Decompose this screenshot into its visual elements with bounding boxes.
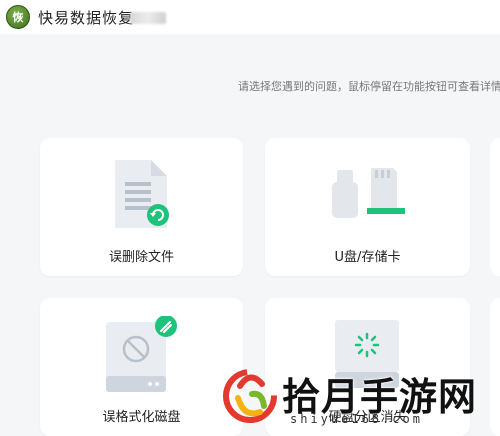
blurred-title-suffix (130, 12, 166, 24)
file-restore-icon (115, 160, 169, 228)
watermark: 拾月手游网 shiyue168.com (220, 362, 500, 436)
card-formatted-disk[interactable]: 误格式化磁盘 (40, 298, 243, 436)
usb-sdcard-icon (332, 168, 405, 218)
card-partial-edge[interactable] (490, 138, 500, 276)
card-usb-sdcard[interactable]: U盘/存储卡 (265, 138, 470, 276)
app-logo-icon: 恢 (6, 5, 30, 29)
app-title: 快易数据恢复 (38, 9, 135, 27)
instruction-hint: 请选择您遇到的问题，鼠标停留在功能按钮可查看详情 (238, 80, 500, 93)
title-bar: 恢 快易数据恢复 (0, 0, 500, 34)
watermark-logo-icon (223, 369, 277, 423)
card-label: 误删除文件 (108, 250, 174, 265)
format-disk-icon (106, 316, 177, 392)
card-deleted-files[interactable]: 误删除文件 (40, 138, 243, 276)
card-label: U盘/存储卡 (334, 250, 401, 265)
watermark-url: shiyue168.com (290, 412, 423, 426)
card-label: 误格式化磁盘 (102, 410, 181, 425)
